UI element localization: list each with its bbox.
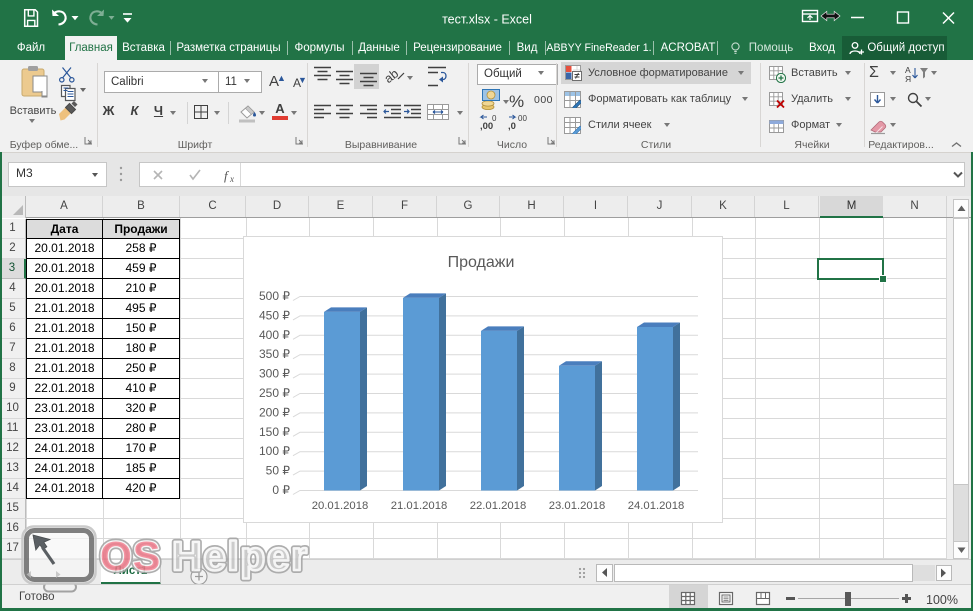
- svg-text:OS: OS: [100, 533, 161, 579]
- svg-text:300 ₽: 300 ₽: [259, 367, 290, 381]
- svg-text:24.01.2018: 24.01.2018: [628, 500, 685, 512]
- svg-text:00: 00: [518, 114, 527, 123]
- svg-text:23.01.2018: 23.01.2018: [549, 500, 606, 512]
- svg-text:400 ₽: 400 ₽: [259, 328, 290, 342]
- svg-text:100 ₽: 100 ₽: [259, 444, 290, 458]
- svg-text:50 ₽: 50 ₽: [266, 464, 291, 478]
- svg-text:22.01.2018: 22.01.2018: [470, 500, 527, 512]
- svg-text:Я: Я: [905, 74, 911, 83]
- svg-text:Продажи: Продажи: [448, 254, 515, 271]
- svg-text:Helper: Helper: [172, 533, 309, 579]
- svg-text:21.01.2018: 21.01.2018: [391, 500, 448, 512]
- svg-text:%: %: [509, 92, 524, 111]
- svg-text:200 ₽: 200 ₽: [259, 405, 290, 419]
- svg-text:450 ₽: 450 ₽: [259, 308, 290, 322]
- svg-text:0: 0: [492, 114, 497, 123]
- svg-text:150 ₽: 150 ₽: [259, 425, 290, 439]
- svg-text:350 ₽: 350 ₽: [259, 347, 290, 361]
- svg-text:0 ₽: 0 ₽: [272, 483, 290, 497]
- svg-text:тест.xlsx - Excel: тест.xlsx - Excel: [442, 13, 532, 27]
- svg-text:x: x: [229, 174, 234, 184]
- svg-text:500 ₽: 500 ₽: [259, 289, 290, 303]
- svg-text:250 ₽: 250 ₽: [259, 386, 290, 400]
- svg-text:20.01.2018: 20.01.2018: [312, 500, 369, 512]
- svg-text:,0: ,0: [508, 121, 516, 132]
- svg-text:ab: ab: [382, 66, 402, 86]
